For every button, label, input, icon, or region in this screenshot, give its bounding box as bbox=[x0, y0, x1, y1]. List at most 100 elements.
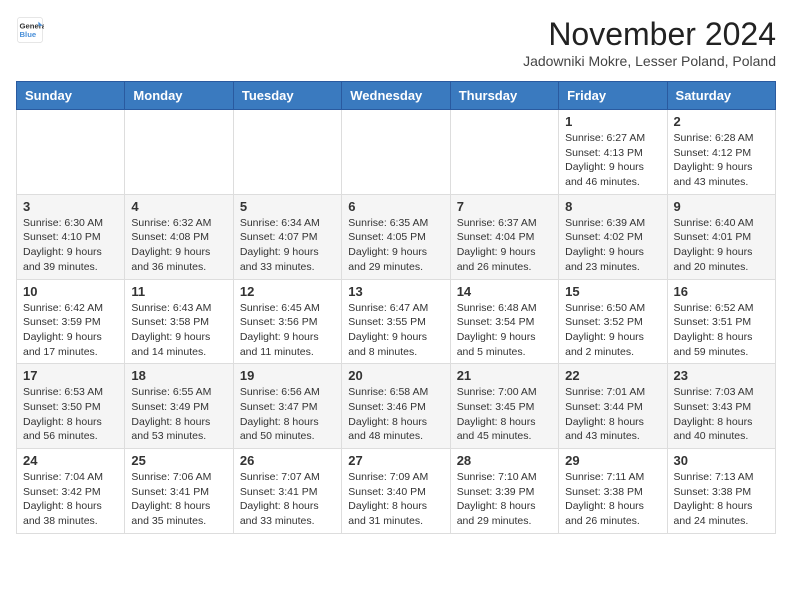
day-number: 24 bbox=[23, 453, 118, 468]
col-header-wednesday: Wednesday bbox=[342, 82, 450, 110]
calendar-week-3: 10 Sunrise: 6:42 AM Sunset: 3:59 PM Dayli… bbox=[17, 279, 776, 364]
day-number: 4 bbox=[131, 199, 226, 214]
calendar-cell: 3Sunrise: 6:30 AM Sunset: 4:10 PM Daylig… bbox=[17, 194, 125, 279]
day-number: 7 bbox=[457, 199, 552, 214]
day-number: 26 bbox=[240, 453, 335, 468]
calendar-cell: 28 Sunrise: 7:10 AM Sunset: 3:39 PM Dayli… bbox=[450, 449, 558, 534]
calendar-week-4: 17Sunrise: 6:53 AM Sunset: 3:50 PM Dayli… bbox=[17, 364, 776, 449]
day-number: 20 bbox=[348, 368, 443, 383]
calendar-cell: 17Sunrise: 6:53 AM Sunset: 3:50 PM Dayli… bbox=[17, 364, 125, 449]
day-info: Sunrise: 7:06 AM Sunset: 3:41 PM Dayligh… bbox=[131, 470, 226, 529]
day-info: Sunrise: 6:39 AM Sunset: 4:02 PM Dayligh… bbox=[565, 216, 660, 275]
day-info: Sunrise: 7:09 AM Sunset: 3:40 PM Dayligh… bbox=[348, 470, 443, 529]
day-info: Sunrise: 7:10 AM Sunset: 3:39 PM Dayligh… bbox=[457, 470, 552, 529]
day-info: Sunrise: 6:52 AM Sunset: 3:51 PM Dayligh… bbox=[674, 301, 769, 360]
calendar-cell: 24 Sunrise: 7:04 AM Sunset: 3:42 PM Dayli… bbox=[17, 449, 125, 534]
calendar-cell bbox=[342, 110, 450, 195]
col-header-tuesday: Tuesday bbox=[233, 82, 341, 110]
day-info: Sunrise: 7:03 AM Sunset: 3:43 PM Dayligh… bbox=[674, 385, 769, 444]
day-info: Sunrise: 6:27 AM Sunset: 4:13 PM Dayligh… bbox=[565, 131, 660, 190]
day-info: Sunrise: 6:42 AM Sunset: 3:59 PM Dayligh… bbox=[23, 301, 118, 360]
title-area: November 2024 Jadowniki Mokre, Lesser Po… bbox=[523, 16, 776, 69]
day-number: 1 bbox=[565, 114, 660, 129]
calendar-cell: 1 Sunrise: 6:27 AM Sunset: 4:13 PM Daylig… bbox=[559, 110, 667, 195]
day-info: Sunrise: 6:28 AM Sunset: 4:12 PM Dayligh… bbox=[674, 131, 769, 190]
calendar-cell bbox=[450, 110, 558, 195]
day-number: 27 bbox=[348, 453, 443, 468]
svg-text:Blue: Blue bbox=[20, 30, 37, 39]
calendar-cell: 23 Sunrise: 7:03 AM Sunset: 3:43 PM Dayli… bbox=[667, 364, 775, 449]
calendar-cell: 22 Sunrise: 7:01 AM Sunset: 3:44 PM Dayli… bbox=[559, 364, 667, 449]
calendar-cell: 27 Sunrise: 7:09 AM Sunset: 3:40 PM Dayli… bbox=[342, 449, 450, 534]
day-info: Sunrise: 6:34 AM Sunset: 4:07 PM Dayligh… bbox=[240, 216, 335, 275]
day-number: 3 bbox=[23, 199, 118, 214]
day-info: Sunrise: 6:40 AM Sunset: 4:01 PM Dayligh… bbox=[674, 216, 769, 275]
col-header-sunday: Sunday bbox=[17, 82, 125, 110]
calendar-cell bbox=[233, 110, 341, 195]
calendar-week-1: 1 Sunrise: 6:27 AM Sunset: 4:13 PM Daylig… bbox=[17, 110, 776, 195]
day-info: Sunrise: 6:55 AM Sunset: 3:49 PM Dayligh… bbox=[131, 385, 226, 444]
day-info: Sunrise: 7:07 AM Sunset: 3:41 PM Dayligh… bbox=[240, 470, 335, 529]
calendar-cell: 4Sunrise: 6:32 AM Sunset: 4:08 PM Daylig… bbox=[125, 194, 233, 279]
calendar-week-5: 24 Sunrise: 7:04 AM Sunset: 3:42 PM Dayli… bbox=[17, 449, 776, 534]
calendar-cell: 11Sunrise: 6:43 AM Sunset: 3:58 PM Dayli… bbox=[125, 279, 233, 364]
day-number: 2 bbox=[674, 114, 769, 129]
month-title: November 2024 bbox=[523, 16, 776, 53]
calendar-cell: 2 Sunrise: 6:28 AM Sunset: 4:12 PM Daylig… bbox=[667, 110, 775, 195]
col-header-thursday: Thursday bbox=[450, 82, 558, 110]
calendar-cell: 21 Sunrise: 7:00 AM Sunset: 3:45 PM Dayli… bbox=[450, 364, 558, 449]
day-info: Sunrise: 6:58 AM Sunset: 3:46 PM Dayligh… bbox=[348, 385, 443, 444]
day-number: 19 bbox=[240, 368, 335, 383]
calendar-cell: 29 Sunrise: 7:11 AM Sunset: 3:38 PM Dayli… bbox=[559, 449, 667, 534]
day-info: Sunrise: 7:13 AM Sunset: 3:38 PM Dayligh… bbox=[674, 470, 769, 529]
calendar-cell bbox=[17, 110, 125, 195]
day-info: Sunrise: 7:00 AM Sunset: 3:45 PM Dayligh… bbox=[457, 385, 552, 444]
location: Jadowniki Mokre, Lesser Poland, Poland bbox=[523, 53, 776, 69]
calendar-cell: 6 Sunrise: 6:35 AM Sunset: 4:05 PM Daylig… bbox=[342, 194, 450, 279]
calendar-week-2: 3Sunrise: 6:30 AM Sunset: 4:10 PM Daylig… bbox=[17, 194, 776, 279]
header: General Blue November 2024 Jadowniki Mok… bbox=[16, 16, 776, 69]
day-number: 21 bbox=[457, 368, 552, 383]
calendar-cell: 15 Sunrise: 6:50 AM Sunset: 3:52 PM Dayli… bbox=[559, 279, 667, 364]
day-info: Sunrise: 6:37 AM Sunset: 4:04 PM Dayligh… bbox=[457, 216, 552, 275]
day-info: Sunrise: 6:48 AM Sunset: 3:54 PM Dayligh… bbox=[457, 301, 552, 360]
day-number: 5 bbox=[240, 199, 335, 214]
day-number: 25 bbox=[131, 453, 226, 468]
day-info: Sunrise: 6:47 AM Sunset: 3:55 PM Dayligh… bbox=[348, 301, 443, 360]
calendar-cell: 16 Sunrise: 6:52 AM Sunset: 3:51 PM Dayli… bbox=[667, 279, 775, 364]
day-number: 22 bbox=[565, 368, 660, 383]
day-info: Sunrise: 6:53 AM Sunset: 3:50 PM Dayligh… bbox=[23, 385, 118, 444]
col-header-monday: Monday bbox=[125, 82, 233, 110]
day-number: 28 bbox=[457, 453, 552, 468]
calendar-cell: 10 Sunrise: 6:42 AM Sunset: 3:59 PM Dayli… bbox=[17, 279, 125, 364]
day-number: 10 bbox=[23, 284, 118, 299]
calendar: SundayMondayTuesdayWednesdayThursdayFrid… bbox=[16, 81, 776, 534]
day-info: Sunrise: 7:04 AM Sunset: 3:42 PM Dayligh… bbox=[23, 470, 118, 529]
calendar-cell: 12Sunrise: 6:45 AM Sunset: 3:56 PM Dayli… bbox=[233, 279, 341, 364]
svg-text:General: General bbox=[20, 22, 45, 31]
calendar-cell: 7 Sunrise: 6:37 AM Sunset: 4:04 PM Daylig… bbox=[450, 194, 558, 279]
logo: General Blue bbox=[16, 16, 48, 44]
day-number: 13 bbox=[348, 284, 443, 299]
day-number: 29 bbox=[565, 453, 660, 468]
day-info: Sunrise: 6:50 AM Sunset: 3:52 PM Dayligh… bbox=[565, 301, 660, 360]
day-info: Sunrise: 7:11 AM Sunset: 3:38 PM Dayligh… bbox=[565, 470, 660, 529]
day-info: Sunrise: 6:45 AM Sunset: 3:56 PM Dayligh… bbox=[240, 301, 335, 360]
calendar-cell: 25 Sunrise: 7:06 AM Sunset: 3:41 PM Dayli… bbox=[125, 449, 233, 534]
day-number: 6 bbox=[348, 199, 443, 214]
day-info: Sunrise: 6:56 AM Sunset: 3:47 PM Dayligh… bbox=[240, 385, 335, 444]
day-number: 11 bbox=[131, 284, 226, 299]
day-number: 30 bbox=[674, 453, 769, 468]
day-info: Sunrise: 7:01 AM Sunset: 3:44 PM Dayligh… bbox=[565, 385, 660, 444]
day-number: 23 bbox=[674, 368, 769, 383]
day-number: 16 bbox=[674, 284, 769, 299]
day-info: Sunrise: 6:35 AM Sunset: 4:05 PM Dayligh… bbox=[348, 216, 443, 275]
day-number: 8 bbox=[565, 199, 660, 214]
day-number: 15 bbox=[565, 284, 660, 299]
col-header-saturday: Saturday bbox=[667, 82, 775, 110]
calendar-body: 1 Sunrise: 6:27 AM Sunset: 4:13 PM Daylig… bbox=[17, 110, 776, 534]
calendar-cell: 14Sunrise: 6:48 AM Sunset: 3:54 PM Dayli… bbox=[450, 279, 558, 364]
calendar-cell: 26 Sunrise: 7:07 AM Sunset: 3:41 PM Dayli… bbox=[233, 449, 341, 534]
calendar-cell: 13 Sunrise: 6:47 AM Sunset: 3:55 PM Dayli… bbox=[342, 279, 450, 364]
calendar-cell: 19 Sunrise: 6:56 AM Sunset: 3:47 PM Dayli… bbox=[233, 364, 341, 449]
